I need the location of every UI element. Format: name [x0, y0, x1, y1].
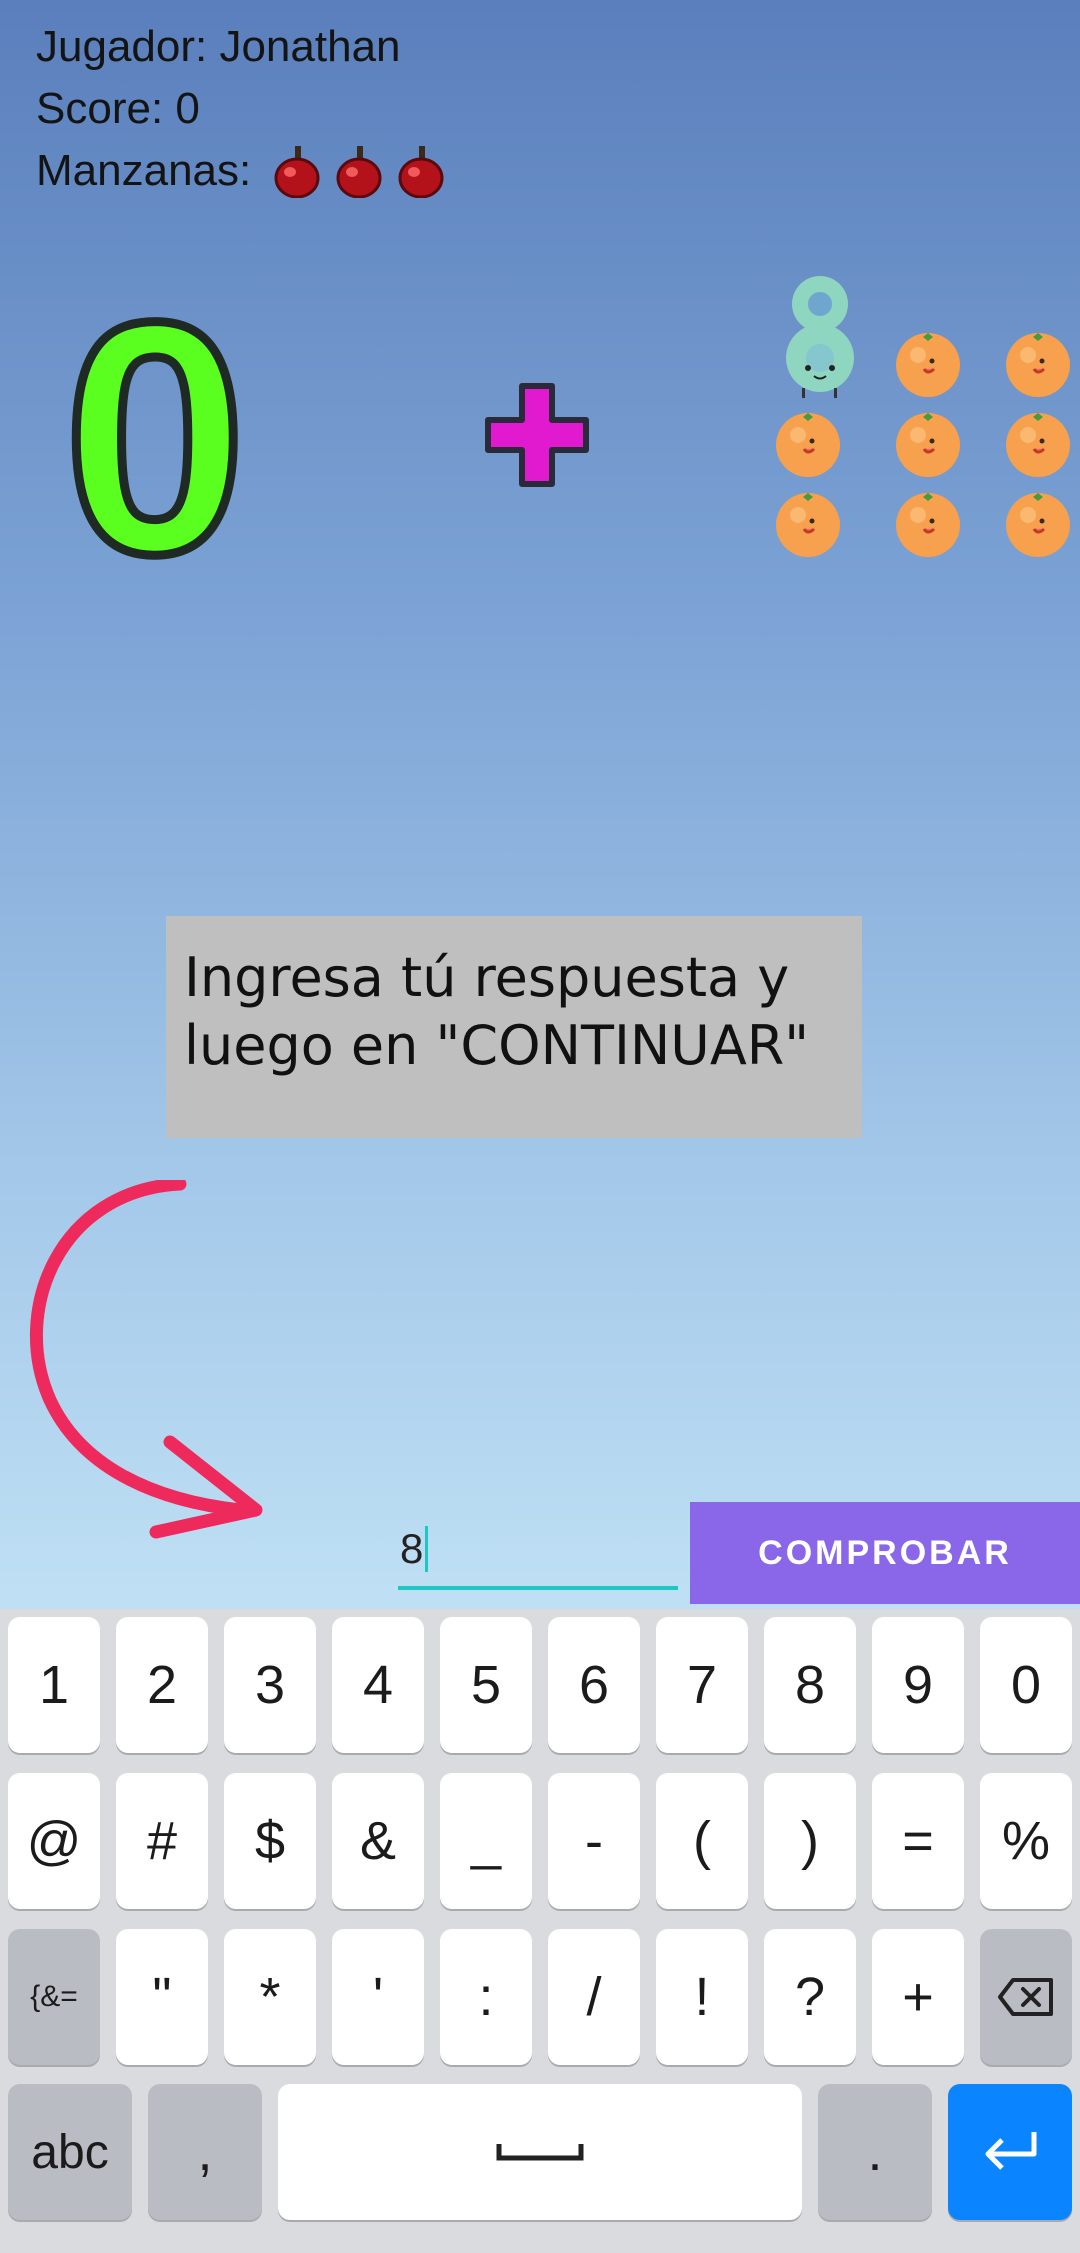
- number-eight-character-icon: [786, 276, 854, 398]
- orange-icon: [776, 493, 840, 557]
- key-row2-7[interactable]: ): [764, 1773, 856, 1909]
- abc-key[interactable]: abc: [8, 2084, 132, 2220]
- orange-icon: [896, 413, 960, 477]
- instruction-box: Ingresa tú respuesta y luego en "CONTINU…: [166, 916, 862, 1138]
- apples-indicator: [273, 144, 445, 198]
- apple-icon: [274, 146, 320, 198]
- orange-icon: [1006, 333, 1070, 397]
- orange-icon: [1006, 413, 1070, 477]
- key-row2-4[interactable]: _: [440, 1773, 532, 1909]
- period-key[interactable]: .: [818, 2084, 932, 2220]
- key-row1-9[interactable]: 0: [980, 1617, 1072, 1753]
- left-operand: 0: [70, 290, 240, 570]
- space-key[interactable]: [278, 2084, 802, 2220]
- key-row1-6[interactable]: 7: [656, 1617, 748, 1753]
- apple-icon: [398, 146, 444, 198]
- player-label: Jugador: Jonathan: [36, 22, 401, 71]
- orange-icon: [776, 413, 840, 477]
- backspace-key[interactable]: [980, 1929, 1072, 2065]
- key-row3-8[interactable]: +: [872, 1929, 964, 2065]
- apple-icon: [336, 146, 382, 198]
- key-row2-9[interactable]: %: [980, 1773, 1072, 1909]
- space-bar-icon: [496, 2144, 584, 2161]
- answer-value: 8: [400, 1525, 424, 1572]
- key-row3-0[interactable]: {&=: [8, 1929, 100, 2065]
- key-row1-4[interactable]: 5: [440, 1617, 532, 1753]
- hud: Jugador: Jonathan Score: 0 Manzanas:: [36, 16, 445, 202]
- score-label: Score: 0: [36, 84, 200, 133]
- orange-icon: [896, 333, 960, 397]
- key-row1-5[interactable]: 6: [548, 1617, 640, 1753]
- key-row2-3[interactable]: &: [332, 1773, 424, 1909]
- key-row3-2[interactable]: *: [224, 1929, 316, 2065]
- check-button[interactable]: COMPROBAR: [690, 1502, 1080, 1604]
- enter-icon: [985, 2132, 1037, 2170]
- game-screen: Jugador: Jonathan Score: 0 Manzanas: 0 I…: [0, 0, 1080, 1609]
- comma-key[interactable]: ,: [148, 2084, 262, 2220]
- apples-row: Manzanas:: [36, 140, 445, 202]
- on-screen-keyboard: 1234567890 @ # $ & _ -() =% {&= " * ': /!? + abc , …: [0, 1609, 1080, 2253]
- key-row3-4[interactable]: :: [440, 1929, 532, 2065]
- key-row1-1[interactable]: 2: [116, 1617, 208, 1753]
- key-row1-7[interactable]: 8: [764, 1617, 856, 1753]
- key-row2-1[interactable]: #: [116, 1773, 208, 1909]
- curved-arrow-icon: [30, 1180, 263, 1539]
- orange-icon: [896, 493, 960, 557]
- key-row2-8[interactable]: =: [872, 1773, 964, 1909]
- orange-icon: [1006, 493, 1070, 557]
- apples-label: Manzanas:: [36, 146, 252, 195]
- key-row2-5[interactable]: -: [548, 1773, 640, 1909]
- text-caret: [425, 1526, 429, 1572]
- enter-key[interactable]: [948, 2084, 1072, 2220]
- key-row3-7[interactable]: ?: [764, 1929, 856, 2065]
- key-row3-5[interactable]: /: [548, 1929, 640, 2065]
- answer-input[interactable]: 8: [398, 1512, 678, 1590]
- key-row3-3[interactable]: ': [332, 1929, 424, 2065]
- backspace-icon: [998, 1978, 1053, 2016]
- key-row1-0[interactable]: 1: [8, 1617, 100, 1753]
- key-row2-2[interactable]: $: [224, 1773, 316, 1909]
- key-row1-3[interactable]: 4: [332, 1617, 424, 1753]
- key-row2-6[interactable]: (: [656, 1773, 748, 1909]
- key-row3-6[interactable]: !: [656, 1929, 748, 2065]
- plus-operator-icon: [485, 383, 589, 487]
- key-row1-8[interactable]: 9: [872, 1617, 964, 1753]
- key-row2-0[interactable]: @: [8, 1773, 100, 1909]
- key-row3-1[interactable]: ": [116, 1929, 208, 2065]
- left-operand-text: 0: [70, 290, 240, 570]
- key-row1-2[interactable]: 3: [224, 1617, 316, 1753]
- right-operand-group: 8: [770, 270, 1080, 590]
